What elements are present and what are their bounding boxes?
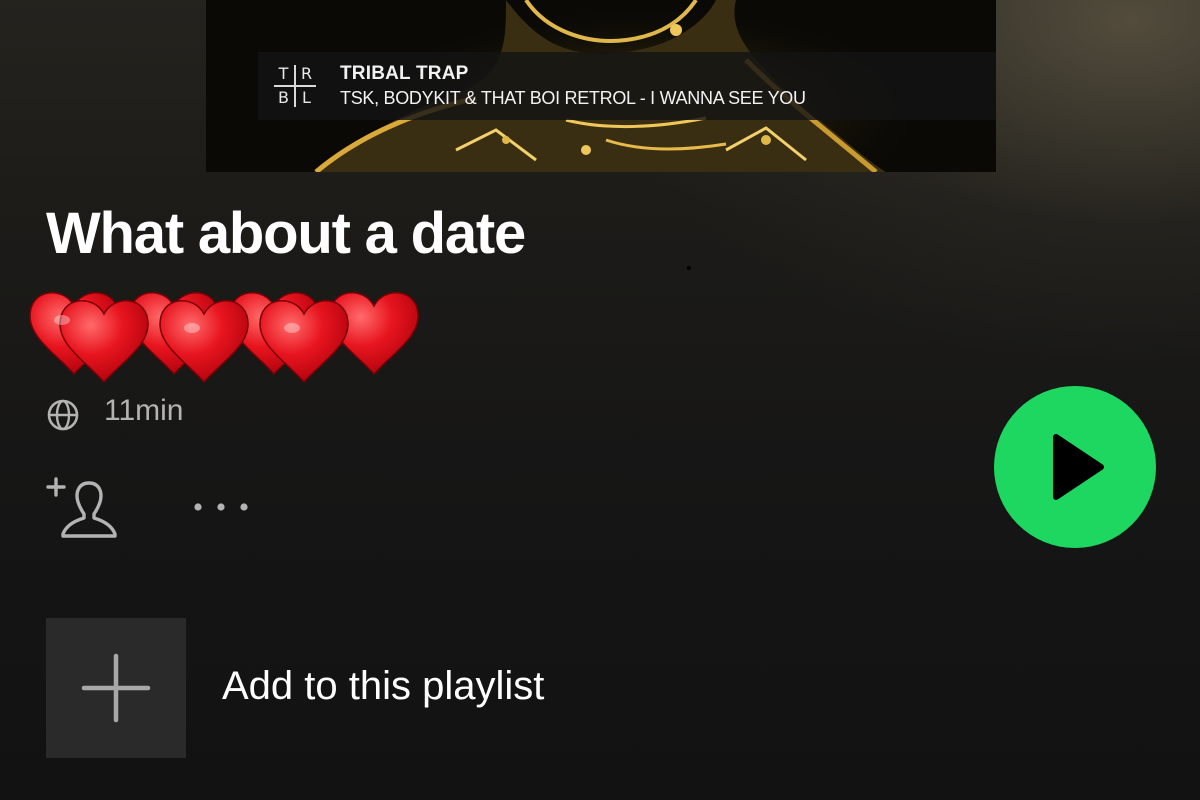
logo-letter: B: [278, 88, 289, 107]
logo-letter: R: [300, 64, 313, 83]
playlist-page: T R B L TRIBAL TRAP TSK, BODYKIT & THAT …: [0, 0, 1200, 800]
logo-divider: [274, 85, 316, 87]
add-to-playlist-label: Add to this playlist: [222, 664, 545, 708]
add-to-playlist-row[interactable]: Add to this playlist: [46, 618, 686, 758]
dust-speck: [687, 266, 691, 270]
more-horizontal-icon: [194, 503, 248, 511]
globe-icon: [47, 399, 79, 431]
add-collaborator-button[interactable]: [44, 476, 120, 540]
playlist-description-hearts: [29, 291, 419, 383]
logo-letter: L: [302, 88, 311, 107]
add-tile: [46, 618, 186, 758]
logo-letter: T: [278, 64, 289, 83]
cover-banner: T R B L TRIBAL TRAP TSK, BODYKIT & THAT …: [258, 52, 996, 120]
playlist-cover-art: T R B L TRIBAL TRAP TSK, BODYKIT & THAT …: [206, 0, 996, 172]
cover-channel-name: TRIBAL TRAP: [340, 63, 469, 84]
plus-icon: [81, 653, 151, 723]
playlist-duration: 11min: [104, 394, 184, 427]
cover-track-name: TSK, BODYKIT & THAT BOI RETROL - I WANNA…: [340, 88, 806, 108]
person-plus-icon: [46, 477, 117, 538]
trbl-logo: T R B L: [272, 62, 318, 110]
more-options-button[interactable]: [186, 490, 256, 524]
play-button[interactable]: [994, 386, 1156, 548]
page-title: What about a date: [46, 201, 526, 266]
play-icon: [1053, 434, 1104, 500]
